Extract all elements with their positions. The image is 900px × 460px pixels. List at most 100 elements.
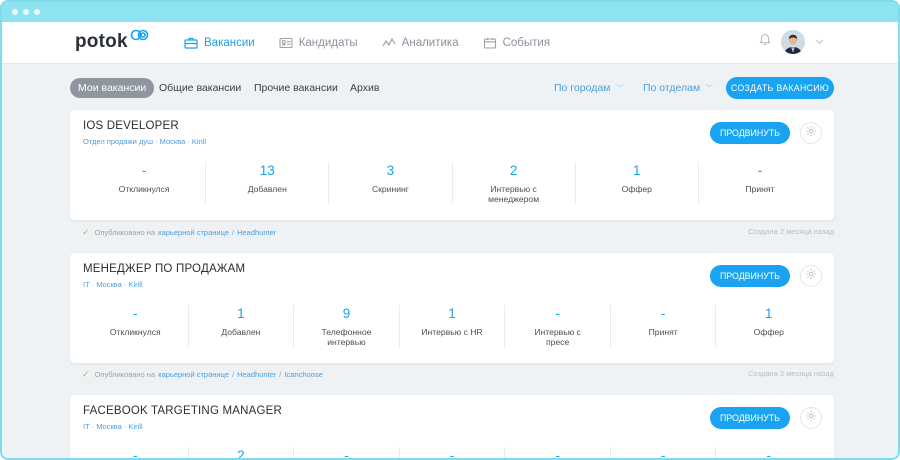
stage-manager-interview[interactable]: 2 Интервью с менеджером bbox=[451, 162, 575, 204]
vacancy-title[interactable]: МЕНЕДЖЕР ПО ПРОДАЖАМ bbox=[83, 263, 245, 275]
separator: / bbox=[232, 370, 235, 379]
window-maximize-dot[interactable] bbox=[34, 9, 40, 15]
vacancy-card[interactable]: IOS DEVELOPER Отдел продажи душ · Москва… bbox=[70, 110, 834, 220]
stage-column[interactable]: - bbox=[293, 447, 399, 458]
stage-screening[interactable]: 3 Скрининг bbox=[328, 162, 451, 204]
stage-added[interactable]: 1 Добавлен bbox=[187, 305, 294, 347]
headhunter-link[interactable]: Headhunter bbox=[237, 370, 276, 379]
promote-button[interactable]: ПРОДВИНУТЬ bbox=[710, 122, 790, 144]
pipeline-stages: - 2 - - - - - bbox=[83, 447, 821, 460]
stage-column[interactable]: - bbox=[609, 447, 716, 460]
vacancy-card[interactable]: FACEBOOK TARGETING MANAGER IT · Москва ·… bbox=[70, 395, 834, 460]
stage-label: Оффер bbox=[621, 184, 652, 194]
user-avatar[interactable] bbox=[781, 30, 805, 54]
stage-offer[interactable]: 1 Оффер bbox=[715, 305, 821, 347]
publication-row: ✓ Опубликовано на карьерной странице / H… bbox=[82, 227, 834, 239]
stage-count: - bbox=[449, 448, 455, 460]
stage-count: 1 bbox=[633, 163, 641, 178]
nav-item-label: Аналитика bbox=[401, 37, 459, 49]
vacancy-filters: Мои вакансии Общие вакансии Прочие вакан… bbox=[70, 77, 834, 100]
stage-label: Телефонное интервью bbox=[321, 327, 372, 347]
city-filter-dropdown[interactable]: По городам ﹀ bbox=[554, 78, 623, 98]
stage-hr-interview[interactable]: 1 Интервью с HR bbox=[398, 305, 505, 347]
vacancy-meta[interactable]: Отдел продажи душ · Москва · Kirill bbox=[83, 137, 206, 146]
stage-label: Принят bbox=[745, 184, 775, 194]
stage-label: Скрининг bbox=[371, 184, 409, 194]
stage-column[interactable]: 2 bbox=[187, 447, 294, 458]
stage-label: Добавлен bbox=[221, 327, 261, 337]
icanchoose-link[interactable]: Icanchoose bbox=[284, 370, 322, 379]
stage-count: - bbox=[141, 163, 147, 178]
chevron-down-icon: ﹀ bbox=[615, 84, 624, 93]
nav-item-candidates[interactable]: Кандидаты bbox=[279, 37, 358, 49]
stage-responded[interactable]: - Откликнулся bbox=[83, 162, 205, 204]
stage-count: - bbox=[555, 306, 560, 321]
stage-hired[interactable]: - Принят bbox=[609, 305, 716, 347]
stage-label: Оффер bbox=[753, 327, 784, 337]
tab-archive[interactable]: Архив bbox=[342, 78, 387, 98]
career-page-link[interactable]: карьерной странице bbox=[158, 228, 229, 237]
gear-icon bbox=[805, 124, 817, 142]
nav-item-label: Вакансии bbox=[204, 37, 255, 49]
nav-item-events[interactable]: События bbox=[483, 37, 550, 49]
nav-item-label: События bbox=[502, 37, 551, 49]
stage-label: Интервью с менеджером bbox=[488, 184, 540, 204]
vacancy-settings-button[interactable] bbox=[800, 265, 822, 287]
created-ago: Создана 2 месяца назад bbox=[748, 227, 834, 236]
create-vacancy-button[interactable]: СОЗДАТЬ ВАКАНСИЮ bbox=[726, 77, 834, 99]
stage-hired[interactable]: - Принят bbox=[697, 162, 821, 204]
stage-column[interactable]: - bbox=[83, 447, 188, 460]
tab-other-vacancies[interactable]: Прочие вакансии bbox=[246, 78, 346, 98]
vacancy-settings-button[interactable] bbox=[800, 122, 822, 144]
stage-added[interactable]: 13 Добавлен bbox=[205, 162, 328, 204]
pipeline-stages: - Откликнулся 13 Добавлен 3 Скрининг 2 Интер… bbox=[83, 162, 821, 204]
dept-filter-label: По отделам bbox=[643, 82, 701, 94]
stage-count: 2 bbox=[509, 163, 518, 178]
nav-item-vacancies[interactable]: Вакансии bbox=[184, 37, 255, 49]
stage-column[interactable]: - bbox=[504, 447, 610, 458]
vacancy-title[interactable]: IOS DEVELOPER bbox=[83, 120, 179, 132]
separator: / bbox=[232, 228, 235, 237]
window-close-dot[interactable] bbox=[12, 9, 18, 15]
stage-count: - bbox=[766, 448, 772, 460]
stage-column[interactable]: - bbox=[398, 447, 505, 460]
vacancy-card[interactable]: МЕНЕДЖЕР ПО ПРОДАЖАМ IT · Москва · Kiril… bbox=[70, 253, 834, 363]
published-prefix: Опубликовано на bbox=[94, 228, 156, 237]
stage-label: Интервью с HR bbox=[421, 327, 483, 337]
tab-shared-vacancies[interactable]: Общие вакансии bbox=[151, 78, 249, 98]
stage-offer[interactable]: 1 Оффер bbox=[574, 162, 698, 204]
city-filter-label: По городам bbox=[554, 82, 611, 94]
stage-count: 13 bbox=[259, 163, 275, 178]
dept-filter-dropdown[interactable]: По отделам ﹀ bbox=[643, 78, 713, 98]
career-page-link[interactable]: карьерной странице bbox=[158, 370, 229, 379]
top-navbar: potok Вакансии Кандидаты Аналитика Событ… bbox=[2, 22, 898, 64]
separator: / bbox=[279, 370, 282, 379]
stage-label: Добавлен bbox=[247, 184, 287, 194]
stage-count: - bbox=[133, 448, 138, 460]
main-nav: Вакансии Кандидаты Аналитика События bbox=[184, 22, 550, 64]
stage-presale-interview[interactable]: - Интервью с пресе bbox=[504, 305, 610, 347]
stage-count: 1 bbox=[237, 306, 245, 321]
stage-phone-interview[interactable]: 9 Телефонное интервью bbox=[293, 305, 399, 347]
browser-window: potok Вакансии Кандидаты Аналитика Событ… bbox=[0, 0, 900, 460]
headhunter-link[interactable]: Headhunter bbox=[237, 228, 276, 237]
publication-row: ✓ Опубликовано на карьерной странице / H… bbox=[82, 369, 834, 381]
app-logo[interactable]: potok bbox=[75, 29, 150, 53]
promote-button[interactable]: ПРОДВИНУТЬ bbox=[710, 265, 790, 287]
chevron-down-icon[interactable] bbox=[815, 37, 824, 47]
vacancy-meta[interactable]: IT · Москва · Kirill bbox=[83, 280, 143, 289]
promote-button[interactable]: ПРОДВИНУТЬ bbox=[710, 407, 790, 429]
nav-item-analytics[interactable]: Аналитика bbox=[382, 37, 459, 49]
tab-my-vacancies[interactable]: Мои вакансии bbox=[70, 78, 155, 98]
stage-label: Принят bbox=[648, 327, 678, 337]
created-ago: Создана 3 месяца назад bbox=[748, 369, 834, 378]
vacancy-settings-button[interactable] bbox=[800, 407, 822, 429]
stage-count: - bbox=[660, 448, 666, 460]
stage-responded[interactable]: - Откликнулся bbox=[83, 305, 188, 347]
vacancy-meta[interactable]: IT · Москва · Kirill bbox=[83, 422, 143, 431]
stage-column[interactable]: - bbox=[715, 447, 821, 460]
window-minimize-dot[interactable] bbox=[23, 9, 29, 15]
stage-label: Интервью с пресе bbox=[534, 327, 581, 347]
vacancy-title[interactable]: FACEBOOK TARGETING MANAGER bbox=[83, 405, 282, 417]
bell-icon[interactable] bbox=[759, 33, 771, 51]
